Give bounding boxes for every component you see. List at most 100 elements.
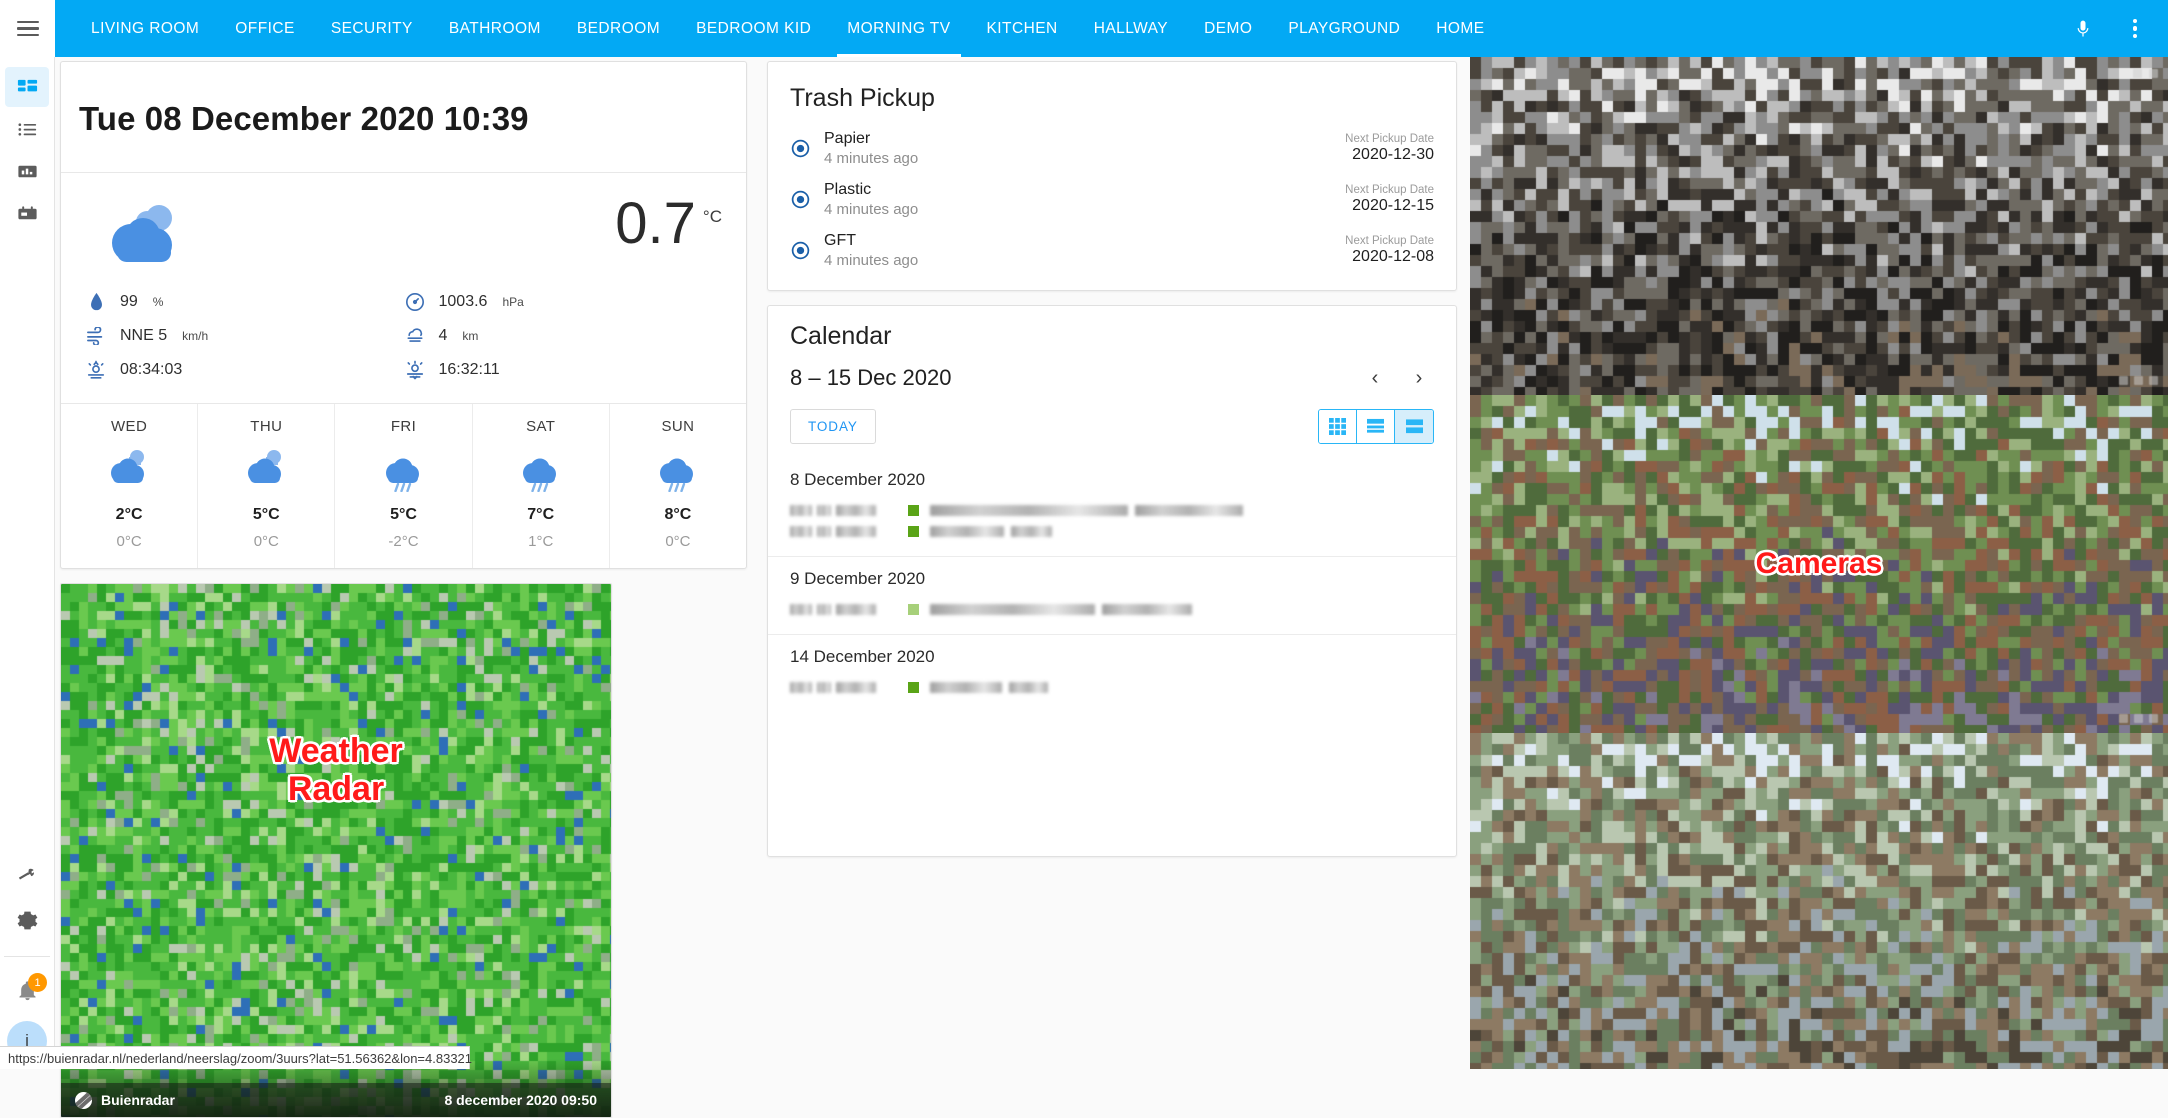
- tab-playground[interactable]: PLAYGROUND: [1270, 0, 1418, 57]
- trash-next-pickup: Next Pickup Date 2020-12-15: [1345, 184, 1434, 215]
- eye-icon[interactable]: [790, 138, 824, 159]
- calendar-event-time: [790, 505, 908, 516]
- chevron-right-icon[interactable]: ›: [1408, 367, 1430, 389]
- trash-pickup-info: Plastic 4 minutes ago: [824, 181, 918, 218]
- camera-play-icon[interactable]: [2119, 376, 2128, 385]
- camera-volume-icon[interactable]: [2134, 714, 2143, 723]
- calendar-toolbar: TODAY: [768, 391, 1456, 458]
- sidebar-primary-items: [5, 57, 49, 233]
- pressure-value: 1003.6: [439, 293, 488, 311]
- pressure-icon: [404, 291, 426, 313]
- trash-type-name: Plastic: [824, 181, 918, 199]
- chart-icon: [16, 160, 39, 183]
- calendar-day-group: 9 December 2020: [768, 556, 1456, 634]
- weather-radar-card[interactable]: Zundert Weather Radar Buienradar 8 decem…: [60, 583, 612, 1118]
- view-day-icon[interactable]: [1395, 410, 1433, 443]
- calendar-day-label: 8 December 2020: [790, 470, 1434, 500]
- today-button[interactable]: TODAY: [790, 409, 876, 444]
- tab-kitchen[interactable]: KITCHEN: [969, 0, 1076, 57]
- calendar-event[interactable]: [790, 677, 1434, 698]
- calendar-event-title: [930, 505, 1243, 516]
- sidebar-item-list[interactable]: [5, 109, 49, 149]
- weather-details-right: 1003.6 hPa 4 km 16:32:11: [404, 291, 723, 381]
- tab-home[interactable]: HOME: [1418, 0, 1502, 57]
- calendar-event-color-dot: [908, 682, 919, 693]
- tab-bedroom[interactable]: BEDROOM: [559, 0, 678, 57]
- chevron-left-icon[interactable]: ‹: [1364, 367, 1386, 389]
- weather-temperature: 0.7 °C: [615, 191, 722, 253]
- tab-hallway[interactable]: HALLWAY: [1076, 0, 1186, 57]
- camera-controls-bottom[interactable]: [2119, 714, 2158, 723]
- trash-last-updated: 4 minutes ago: [824, 150, 918, 167]
- sidebar-item-dashboard[interactable]: [5, 67, 49, 107]
- camera-feed-1[interactable]: [1470, 57, 2168, 395]
- calendar-event-title: [930, 526, 1052, 537]
- column-middle: Trash Pickup Papier 4 minutes ago Next P…: [762, 57, 1462, 857]
- menu-button[interactable]: [0, 0, 55, 57]
- trash-next-pickup-label: Next Pickup Date: [1345, 235, 1434, 247]
- camera-feed-3-image: [1470, 733, 2168, 1069]
- camera-controls-bottom[interactable]: [2119, 376, 2158, 385]
- calendar-event[interactable]: [790, 599, 1434, 620]
- trash-type-name: Papier: [824, 130, 918, 148]
- detail-sunset: 16:32:11: [404, 359, 723, 381]
- calendar-event[interactable]: [790, 521, 1434, 542]
- tab-bathroom[interactable]: BATHROOM: [431, 0, 559, 57]
- microphone-icon[interactable]: [2070, 16, 2096, 42]
- trash-pickup-row[interactable]: GFT 4 minutes ago Next Pickup Date 2020-…: [768, 225, 1456, 276]
- tab-security[interactable]: SECURITY: [313, 0, 431, 57]
- camera-expand-icon[interactable]: [2149, 376, 2158, 385]
- camera-fullscreen-icon[interactable]: [2133, 69, 2142, 78]
- sidebar-item-settings[interactable]: [5, 900, 49, 940]
- notifications-button[interactable]: 1: [5, 971, 49, 1011]
- sidebar-item-calendar[interactable]: [5, 193, 49, 233]
- top-bar-actions: [2070, 0, 2168, 57]
- tab-bar-spacer: [1503, 0, 2070, 57]
- trash-pickup-info: Papier 4 minutes ago: [824, 130, 918, 167]
- camera-play-icon[interactable]: [2119, 714, 2128, 723]
- detail-sunrise: 08:34:03: [85, 359, 404, 381]
- trash-pickup-row[interactable]: Papier 4 minutes ago Next Pickup Date 20…: [768, 123, 1456, 174]
- wind-unit: km/h: [182, 329, 208, 343]
- camera-feed-2[interactable]: Cameras: [1470, 395, 2168, 733]
- forecast-day-sat: SAT 7°C 1°C: [473, 404, 610, 568]
- tab-living-room[interactable]: LIVING ROOM: [73, 0, 217, 57]
- camera-volume-icon[interactable]: [2134, 376, 2143, 385]
- tab-office[interactable]: OFFICE: [217, 0, 313, 57]
- view-month-icon[interactable]: [1319, 410, 1357, 443]
- forecast-day-fri: FRI 5°C -2°C: [335, 404, 472, 568]
- sidebar-item-developer-tools[interactable]: [5, 854, 49, 894]
- calendar-card: Calendar 8 – 15 Dec 2020 ‹ › TODAY: [767, 305, 1457, 857]
- rainy-icon: [655, 444, 701, 497]
- page-title: Tue 08 December 2020 10:39: [61, 62, 746, 173]
- weather-current: 0.7 °C: [61, 173, 746, 287]
- tab-morning-tv[interactable]: MORNING TV: [829, 0, 968, 57]
- trash-next-pickup-label: Next Pickup Date: [1345, 184, 1434, 196]
- calendar-view-toggle: [1318, 409, 1434, 444]
- forecast-low: 1°C: [528, 533, 553, 550]
- eye-icon[interactable]: [790, 240, 824, 261]
- sunset-value: 16:32:11: [439, 361, 500, 379]
- gear-icon: [16, 909, 39, 932]
- more-vertical-icon[interactable]: [2122, 16, 2148, 42]
- sidebar-item-history[interactable]: [5, 151, 49, 191]
- calendar-event-color-dot: [908, 505, 919, 516]
- trash-pickup-list: Papier 4 minutes ago Next Pickup Date 20…: [768, 123, 1456, 276]
- forecast-day-name: SAT: [526, 418, 555, 435]
- calendar-title: Calendar: [768, 306, 1456, 357]
- camera-expand-icon[interactable]: [2149, 714, 2158, 723]
- camera-settings-icon[interactable]: [2149, 69, 2158, 78]
- list-icon: [16, 118, 39, 141]
- camera-feed-3[interactable]: [1470, 733, 2168, 1069]
- calendar-event-color-dot: [908, 526, 919, 537]
- visibility-value: 4: [439, 327, 448, 345]
- view-week-icon[interactable]: [1357, 410, 1395, 443]
- humidity-icon: [85, 291, 107, 313]
- tab-bedroom-kid[interactable]: BEDROOM KID: [678, 0, 829, 57]
- camera-controls-top[interactable]: [2133, 69, 2158, 78]
- visibility-unit: km: [462, 329, 478, 343]
- eye-icon[interactable]: [790, 189, 824, 210]
- trash-pickup-row[interactable]: Plastic 4 minutes ago Next Pickup Date 2…: [768, 174, 1456, 225]
- calendar-event[interactable]: [790, 500, 1434, 521]
- tab-demo[interactable]: DEMO: [1186, 0, 1270, 57]
